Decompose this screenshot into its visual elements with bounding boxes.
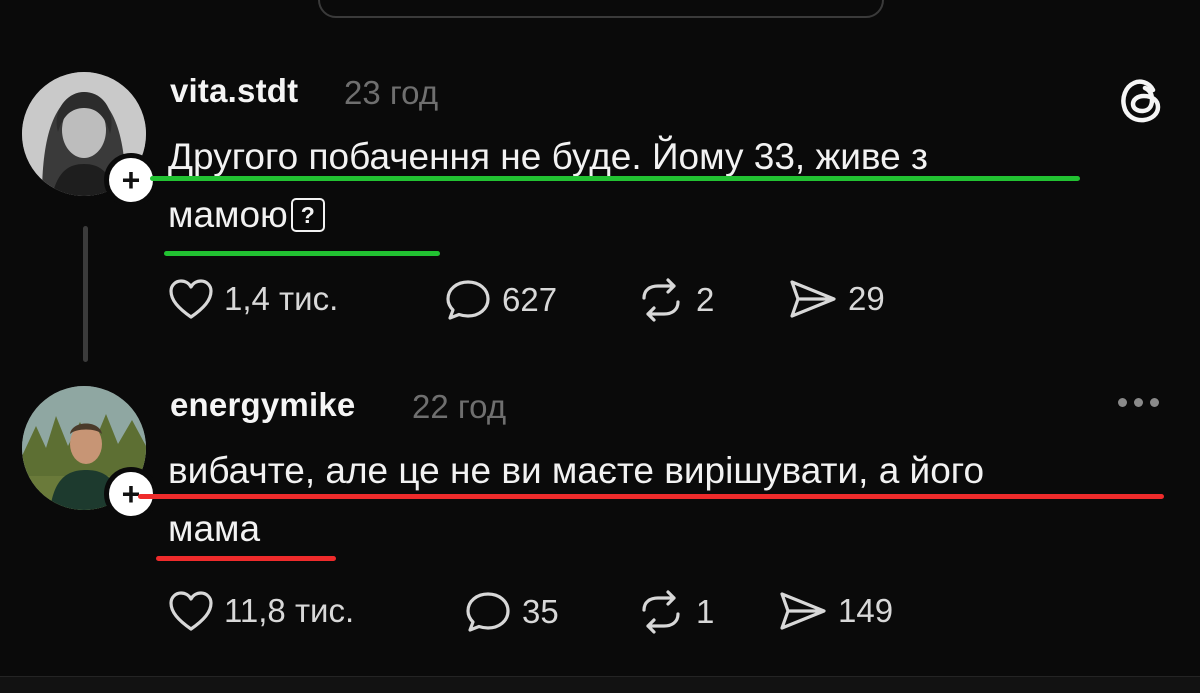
share-count: 149 bbox=[838, 592, 894, 629]
like-count: 1,4 тис. bbox=[224, 280, 339, 317]
unknown-glyph-icon: ? bbox=[290, 198, 325, 232]
top-search-pill[interactable] bbox=[318, 0, 884, 18]
highlight-underline bbox=[164, 251, 440, 256]
timestamp: 23 год bbox=[344, 74, 439, 111]
comment-icon bbox=[446, 280, 490, 320]
post-text-word: мамою bbox=[168, 194, 288, 235]
heart-icon bbox=[169, 279, 213, 319]
share-count: 29 bbox=[848, 280, 885, 317]
repost-icon bbox=[642, 278, 680, 322]
repost-count: 1 bbox=[696, 593, 715, 630]
dot bbox=[1134, 397, 1143, 407]
comment-icon bbox=[466, 592, 510, 632]
comment-count: 35 bbox=[522, 593, 559, 630]
comment-button[interactable]: 35 bbox=[464, 590, 559, 634]
threads-logo-icon[interactable] bbox=[1114, 72, 1170, 128]
highlight-underline bbox=[138, 494, 1164, 499]
more-options-icon[interactable] bbox=[1118, 392, 1168, 412]
dot bbox=[1118, 397, 1127, 407]
like-count: 11,8 тис. bbox=[224, 592, 355, 629]
timestamp: 22 год bbox=[412, 388, 507, 425]
repost-button[interactable]: 2 bbox=[636, 278, 714, 322]
highlight-underline bbox=[150, 176, 1080, 181]
post-text-line2: мамою? bbox=[168, 186, 928, 244]
username[interactable]: vita.stdt bbox=[170, 72, 298, 110]
like-button[interactable]: 1,4 тис. bbox=[168, 278, 338, 320]
bottom-divider bbox=[0, 676, 1200, 693]
post-text: Другого побачення не буде. Йому 33, живе… bbox=[168, 128, 928, 244]
repost-icon bbox=[642, 590, 680, 634]
post-text-line1: вибачте, але це не ви маєте вирішувати, … bbox=[168, 450, 985, 491]
share-button[interactable]: 29 bbox=[788, 278, 885, 320]
repost-button[interactable]: 1 bbox=[636, 590, 714, 634]
share-button[interactable]: 149 bbox=[778, 590, 893, 632]
post-text: вибачте, але це не ви маєте вирішувати, … bbox=[168, 442, 984, 558]
like-button[interactable]: 11,8 тис. bbox=[168, 590, 354, 632]
send-icon bbox=[780, 592, 826, 630]
thread-connector-line bbox=[83, 226, 88, 362]
comment-count: 627 bbox=[502, 281, 558, 318]
username[interactable]: energymike bbox=[170, 386, 355, 424]
heart-icon bbox=[169, 591, 213, 631]
repost-count: 2 bbox=[696, 281, 715, 318]
post-text-line2: мама bbox=[168, 508, 261, 549]
dot bbox=[1150, 397, 1159, 407]
highlight-underline bbox=[156, 556, 336, 561]
send-icon bbox=[790, 280, 836, 318]
comment-button[interactable]: 627 bbox=[444, 278, 557, 322]
